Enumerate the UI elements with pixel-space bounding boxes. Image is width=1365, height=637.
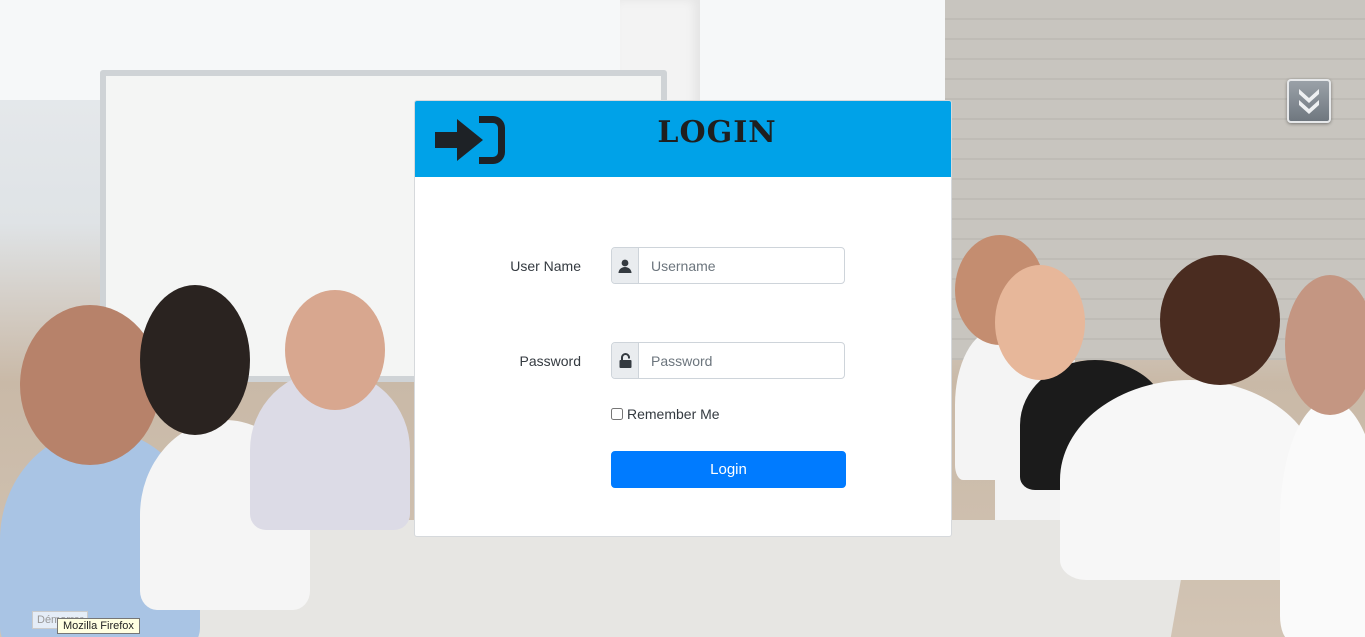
login-button[interactable]: Login: [611, 451, 846, 488]
remember-me-checkbox[interactable]: [611, 408, 623, 420]
scroll-down-button[interactable]: [1287, 79, 1331, 123]
person-head: [1160, 255, 1280, 385]
password-input-group: [611, 342, 845, 379]
username-input[interactable]: [639, 248, 844, 283]
firefox-tooltip: Mozilla Firefox: [57, 618, 140, 634]
remember-me[interactable]: Remember Me: [611, 406, 720, 422]
password-label: Password: [519, 353, 581, 369]
login-title: LOGIN: [657, 115, 777, 150]
user-icon: [612, 248, 639, 283]
username-input-group: [611, 247, 845, 284]
username-label: User Name: [510, 258, 581, 274]
scroll-down-icon: [1299, 89, 1319, 114]
person-head: [1285, 275, 1365, 415]
login-card: LOGIN User Name Password Remember Me Log…: [414, 100, 952, 537]
password-input[interactable]: [639, 343, 844, 378]
unlock-icon: [612, 343, 639, 378]
login-header: LOGIN: [415, 101, 951, 177]
remember-me-label: Remember Me: [627, 406, 720, 422]
person-head: [995, 265, 1085, 380]
person-head: [20, 305, 160, 465]
meeting-table: [168, 520, 1192, 637]
person-head: [285, 290, 385, 410]
person-head: [140, 285, 250, 435]
